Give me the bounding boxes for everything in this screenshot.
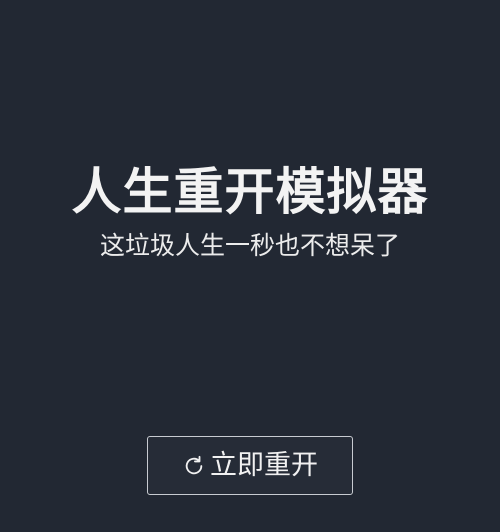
app-subtitle: 这垃圾人生一秒也不想呆了 bbox=[99, 231, 400, 260]
app-title: 人生重开模拟器 bbox=[71, 163, 429, 221]
refresh-icon bbox=[182, 454, 206, 478]
restart-button[interactable]: 立即重开 bbox=[147, 436, 353, 495]
start-screen: 人生重开模拟器 这垃圾人生一秒也不想呆了 立即重开 bbox=[0, 0, 500, 532]
restart-button-label: 立即重开 bbox=[210, 449, 318, 481]
